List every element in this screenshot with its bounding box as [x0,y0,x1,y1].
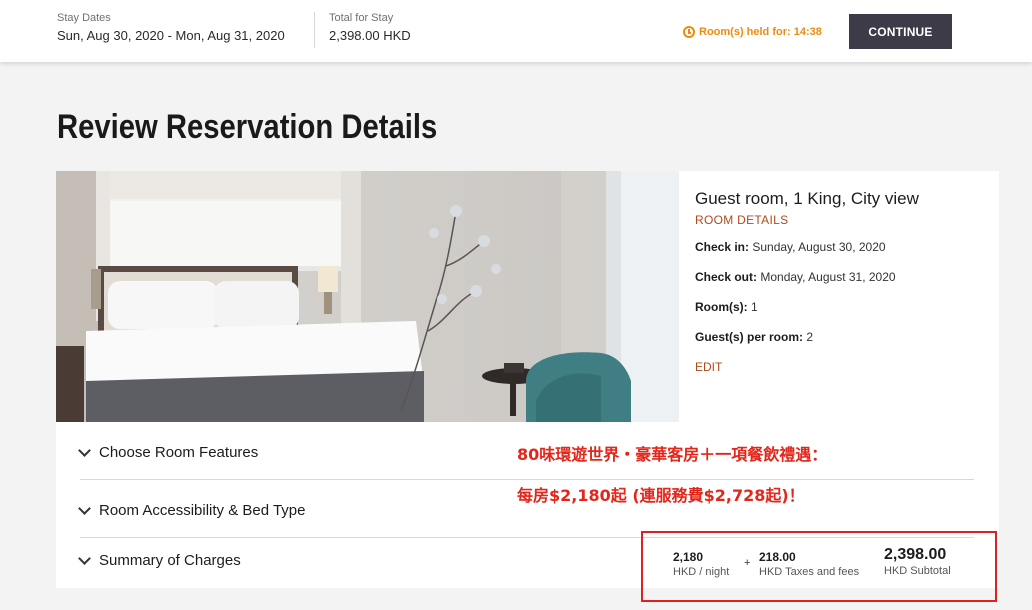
check-in-value: Sunday, August 30, 2020 [752,240,886,254]
promo-line-1: 80味環遊世界・豪華客房＋一項餐飲禮遇： [517,445,828,464]
stay-dates-label: Stay Dates [57,12,111,24]
accordion-accessibility-label: Room Accessibility & Bed Type [99,502,306,519]
check-in-label: Check in: [695,240,750,254]
accordion-summary-of-charges[interactable]: Summary of Charges [78,552,241,569]
accordion-room-features-label: Choose Room Features [99,444,259,461]
rooms-value: 1 [751,300,758,314]
edit-link[interactable]: EDIT [695,360,995,374]
check-out-label: Check out: [695,270,758,284]
taxes-label: HKD Taxes and fees [759,566,860,578]
check-out-row: Check out: Monday, August 31, 2020 [695,270,995,284]
divider [80,479,974,480]
clock-icon [683,26,695,38]
subtotal-value: 2,398.00 [884,546,947,563]
total-for-stay: Total for Stay 2,398.00 HKD [329,12,411,43]
rooms-row: Room(s): 1 [695,300,995,314]
guests-row: Guest(s) per room: 2 [695,330,995,344]
room-card: Guest room, 1 King, City view ROOM DETAI… [56,171,999,422]
accordion-accessibility[interactable]: Room Accessibility & Bed Type [78,502,306,519]
hold-timer-text: Room(s) held for: 14:38 [699,26,822,38]
stay-dates: Stay Dates Sun, Aug 30, 2020 - Mon, Aug … [57,12,285,43]
room-photo [56,171,679,422]
header-bar: Stay Dates Sun, Aug 30, 2020 - Mon, Aug … [0,0,1032,62]
plus-sign: + [744,557,751,569]
header-divider [314,12,315,48]
guests-label: Guest(s) per room: [695,330,804,344]
chevron-down-icon [78,552,91,565]
nightly-rate: 2,180 HKD / night [673,550,729,578]
check-in-row: Check in: Sunday, August 30, 2020 [695,240,995,254]
room-details-link[interactable]: ROOM DETAILS [695,213,995,227]
subtotal-label: HKD Subtotal [884,565,951,577]
subtotal: 2,398.00 HKD Subtotal [884,546,951,577]
chevron-down-icon [78,444,91,457]
nightly-rate-value: 2,180 [673,550,704,564]
room-info: Guest room, 1 King, City view ROOM DETAI… [695,189,995,374]
promo-line-2: 每房$2,180起 (連服務費$2,728起)！ [517,486,805,505]
stay-dates-value: Sun, Aug 30, 2020 - Mon, Aug 31, 2020 [57,28,285,43]
guests-value: 2 [806,330,814,344]
rooms-label: Room(s): [695,300,748,314]
check-out-value: Monday, August 31, 2020 [760,270,896,284]
taxes-value: 218.00 [759,550,796,564]
room-name: Guest room, 1 King, City view [695,189,919,208]
total-label: Total for Stay [329,12,394,24]
continue-button[interactable]: CONTINUE [849,14,952,49]
accordion-summary-label: Summary of Charges [99,552,241,569]
page-title: Review Reservation Details [57,108,438,146]
room-hold-timer: Room(s) held for: 14:38 [683,26,822,38]
taxes-and-fees: 218.00 HKD Taxes and fees [759,550,859,578]
total-value: 2,398.00 HKD [329,28,411,43]
accordion-room-features[interactable]: Choose Room Features [78,444,259,461]
nightly-rate-label: HKD / night [673,566,730,578]
chevron-down-icon [78,502,91,515]
